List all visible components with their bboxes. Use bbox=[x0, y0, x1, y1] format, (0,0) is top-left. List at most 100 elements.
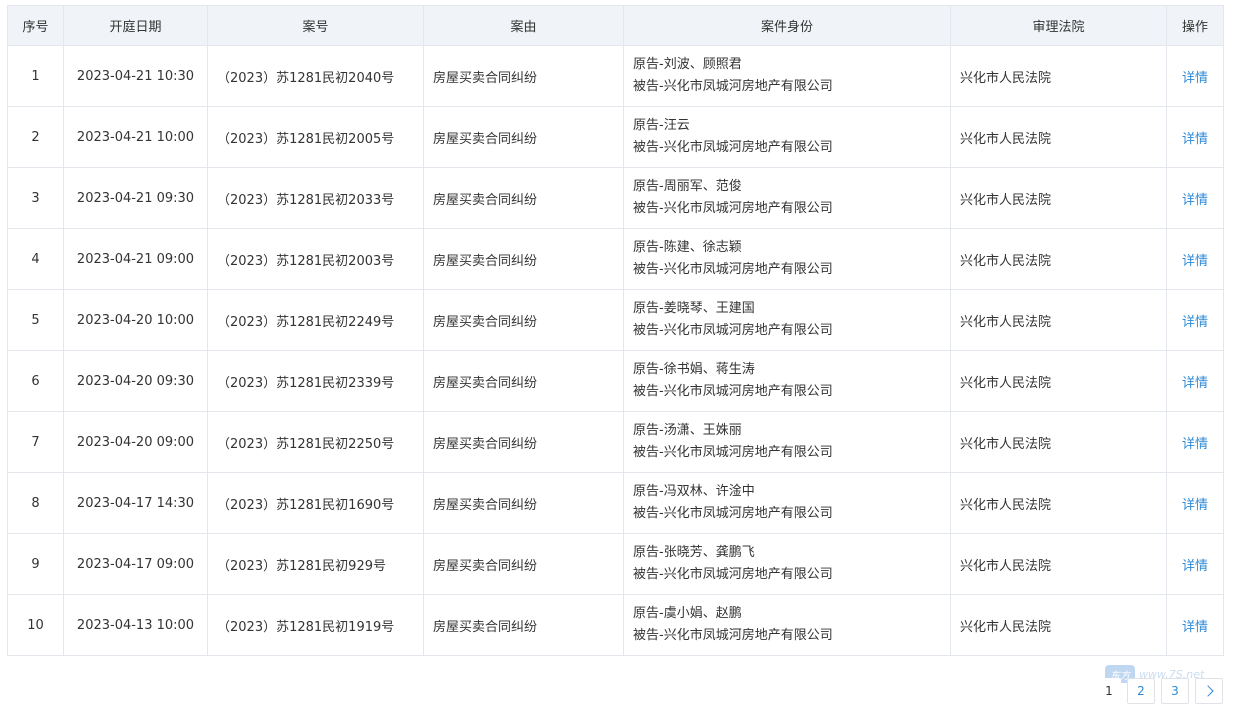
cell-cause: 房屋买卖合同纠纷 bbox=[423, 350, 624, 412]
cell-party-role: 原告-周丽军、范俊被告-兴化市凤城河房地产有限公司 bbox=[623, 167, 951, 229]
detail-link[interactable]: 详情 bbox=[1182, 315, 1208, 330]
header-case-number: 案号 bbox=[207, 5, 424, 46]
detail-link[interactable]: 详情 bbox=[1182, 132, 1208, 147]
header-cause: 案由 bbox=[423, 5, 624, 46]
header-court: 审理法院 bbox=[950, 5, 1167, 46]
header-party-role: 案件身份 bbox=[623, 5, 951, 46]
cell-action: 详情 bbox=[1166, 533, 1224, 595]
defendant-text: 被告-兴化市凤城河房地产有限公司 bbox=[633, 628, 833, 643]
table-row: 3 2023-04-21 09:30 （2023）苏1281民初2033号 房屋买卖合… bbox=[7, 167, 1224, 229]
cell-action: 详情 bbox=[1166, 106, 1224, 168]
cell-hearing-date: 2023-04-20 09:00 bbox=[63, 411, 208, 473]
plaintiff-text: 原告-汪云 bbox=[633, 118, 690, 133]
cell-index: 5 bbox=[7, 289, 64, 351]
header-hearing-date: 开庭日期 bbox=[63, 5, 208, 46]
table-row: 1 2023-04-21 10:30 （2023）苏1281民初2040号 房屋买卖合… bbox=[7, 45, 1224, 107]
detail-link[interactable]: 详情 bbox=[1182, 193, 1208, 208]
plaintiff-text: 原告-汤潇、王姝丽 bbox=[633, 423, 742, 438]
cell-party-role: 原告-刘波、顾照君被告-兴化市凤城河房地产有限公司 bbox=[623, 45, 951, 107]
defendant-text: 被告-兴化市凤城河房地产有限公司 bbox=[633, 323, 833, 338]
cell-cause: 房屋买卖合同纠纷 bbox=[423, 228, 624, 290]
cell-action: 详情 bbox=[1166, 594, 1224, 656]
cell-cause: 房屋买卖合同纠纷 bbox=[423, 411, 624, 473]
cell-index: 9 bbox=[7, 533, 64, 595]
detail-link[interactable]: 详情 bbox=[1182, 498, 1208, 513]
defendant-text: 被告-兴化市凤城河房地产有限公司 bbox=[633, 384, 833, 399]
plaintiff-text: 原告-刘波、顾照君 bbox=[633, 57, 742, 72]
cell-action: 详情 bbox=[1166, 228, 1224, 290]
cell-case-number: （2023）苏1281民初2040号 bbox=[207, 45, 424, 107]
cell-court: 兴化市人民法院 bbox=[950, 289, 1167, 351]
cell-action: 详情 bbox=[1166, 45, 1224, 107]
cell-action: 详情 bbox=[1166, 350, 1224, 412]
cell-index: 10 bbox=[7, 594, 64, 656]
detail-link[interactable]: 详情 bbox=[1182, 437, 1208, 452]
hearing-table-container: 序号 开庭日期 案号 案由 案件身份 审理法院 操作 1 2023-04-21 1… bbox=[7, 5, 1224, 656]
defendant-text: 被告-兴化市凤城河房地产有限公司 bbox=[633, 201, 833, 216]
cell-hearing-date: 2023-04-21 09:00 bbox=[63, 228, 208, 290]
table-row: 4 2023-04-21 09:00 （2023）苏1281民初2003号 房屋买卖合… bbox=[7, 228, 1224, 290]
detail-link[interactable]: 详情 bbox=[1182, 559, 1208, 574]
table-header-row: 序号 开庭日期 案号 案由 案件身份 审理法院 操作 bbox=[7, 5, 1224, 46]
cell-case-number: （2023）苏1281民初2003号 bbox=[207, 228, 424, 290]
plaintiff-text: 原告-周丽军、范俊 bbox=[633, 179, 742, 194]
cell-party-role: 原告-虞小娟、赵鹏被告-兴化市凤城河房地产有限公司 bbox=[623, 594, 951, 656]
cell-hearing-date: 2023-04-17 09:00 bbox=[63, 533, 208, 595]
cell-court: 兴化市人民法院 bbox=[950, 594, 1167, 656]
detail-link[interactable]: 详情 bbox=[1182, 71, 1208, 86]
detail-link[interactable]: 详情 bbox=[1182, 254, 1208, 269]
cell-party-role: 原告-张晓芳、龚鹏飞被告-兴化市凤城河房地产有限公司 bbox=[623, 533, 951, 595]
plaintiff-text: 原告-虞小娟、赵鹏 bbox=[633, 606, 742, 621]
cell-court: 兴化市人民法院 bbox=[950, 472, 1167, 534]
cell-court: 兴化市人民法院 bbox=[950, 45, 1167, 107]
cell-action: 详情 bbox=[1166, 411, 1224, 473]
cell-court: 兴化市人民法院 bbox=[950, 411, 1167, 473]
cell-cause: 房屋买卖合同纠纷 bbox=[423, 533, 624, 595]
pagination: 1 2 3 bbox=[1097, 678, 1223, 704]
cell-case-number: （2023）苏1281民初2033号 bbox=[207, 167, 424, 229]
cell-hearing-date: 2023-04-17 14:30 bbox=[63, 472, 208, 534]
defendant-text: 被告-兴化市凤城河房地产有限公司 bbox=[633, 567, 833, 582]
cell-action: 详情 bbox=[1166, 472, 1224, 534]
cell-party-role: 原告-冯双林、许淦中被告-兴化市凤城河房地产有限公司 bbox=[623, 472, 951, 534]
plaintiff-text: 原告-冯双林、许淦中 bbox=[633, 484, 755, 499]
page-1-current[interactable]: 1 bbox=[1097, 678, 1121, 704]
defendant-text: 被告-兴化市凤城河房地产有限公司 bbox=[633, 506, 833, 521]
hearing-schedule-table: 序号 开庭日期 案号 案由 案件身份 审理法院 操作 1 2023-04-21 1… bbox=[7, 5, 1224, 656]
table-row: 2 2023-04-21 10:00 （2023）苏1281民初2005号 房屋买卖合… bbox=[7, 106, 1224, 168]
cell-cause: 房屋买卖合同纠纷 bbox=[423, 167, 624, 229]
table-row: 6 2023-04-20 09:30 （2023）苏1281民初2339号 房屋买卖合… bbox=[7, 350, 1224, 412]
cell-hearing-date: 2023-04-20 10:00 bbox=[63, 289, 208, 351]
cell-index: 2 bbox=[7, 106, 64, 168]
detail-link[interactable]: 详情 bbox=[1182, 376, 1208, 391]
chevron-right-icon bbox=[1201, 685, 1214, 697]
cell-case-number: （2023）苏1281民初1690号 bbox=[207, 472, 424, 534]
defendant-text: 被告-兴化市凤城河房地产有限公司 bbox=[633, 79, 833, 94]
cell-hearing-date: 2023-04-13 10:00 bbox=[63, 594, 208, 656]
page-2-button[interactable]: 2 bbox=[1127, 678, 1155, 704]
table-row: 8 2023-04-17 14:30 （2023）苏1281民初1690号 房屋买卖合… bbox=[7, 472, 1224, 534]
defendant-text: 被告-兴化市凤城河房地产有限公司 bbox=[633, 262, 833, 277]
cell-cause: 房屋买卖合同纠纷 bbox=[423, 472, 624, 534]
detail-link[interactable]: 详情 bbox=[1182, 620, 1208, 635]
cell-court: 兴化市人民法院 bbox=[950, 106, 1167, 168]
next-page-button[interactable] bbox=[1195, 678, 1223, 704]
cell-court: 兴化市人民法院 bbox=[950, 350, 1167, 412]
cell-party-role: 原告-汤潇、王姝丽被告-兴化市凤城河房地产有限公司 bbox=[623, 411, 951, 473]
cell-case-number: （2023）苏1281民初2339号 bbox=[207, 350, 424, 412]
cell-cause: 房屋买卖合同纠纷 bbox=[423, 594, 624, 656]
cell-index: 1 bbox=[7, 45, 64, 107]
cell-party-role: 原告-陈建、徐志颖 被告-兴化市凤城河房地产有限公司 bbox=[623, 228, 951, 290]
plaintiff-text: 原告-张晓芳、龚鹏飞 bbox=[633, 545, 755, 560]
defendant-text: 被告-兴化市凤城河房地产有限公司 bbox=[633, 140, 833, 155]
cell-index: 7 bbox=[7, 411, 64, 473]
cell-case-number: （2023）苏1281民初929号 bbox=[207, 533, 424, 595]
table-row: 5 2023-04-20 10:00 （2023）苏1281民初2249号 房屋买卖合… bbox=[7, 289, 1224, 351]
defendant-text: 被告-兴化市凤城河房地产有限公司 bbox=[633, 445, 833, 460]
cell-cause: 房屋买卖合同纠纷 bbox=[423, 289, 624, 351]
cell-cause: 房屋买卖合同纠纷 bbox=[423, 106, 624, 168]
page-3-button[interactable]: 3 bbox=[1161, 678, 1189, 704]
cell-party-role: 原告-徐书娟、蒋生涛 被告-兴化市凤城河房地产有限公司 bbox=[623, 350, 951, 412]
cell-court: 兴化市人民法院 bbox=[950, 167, 1167, 229]
header-action: 操作 bbox=[1166, 5, 1224, 46]
